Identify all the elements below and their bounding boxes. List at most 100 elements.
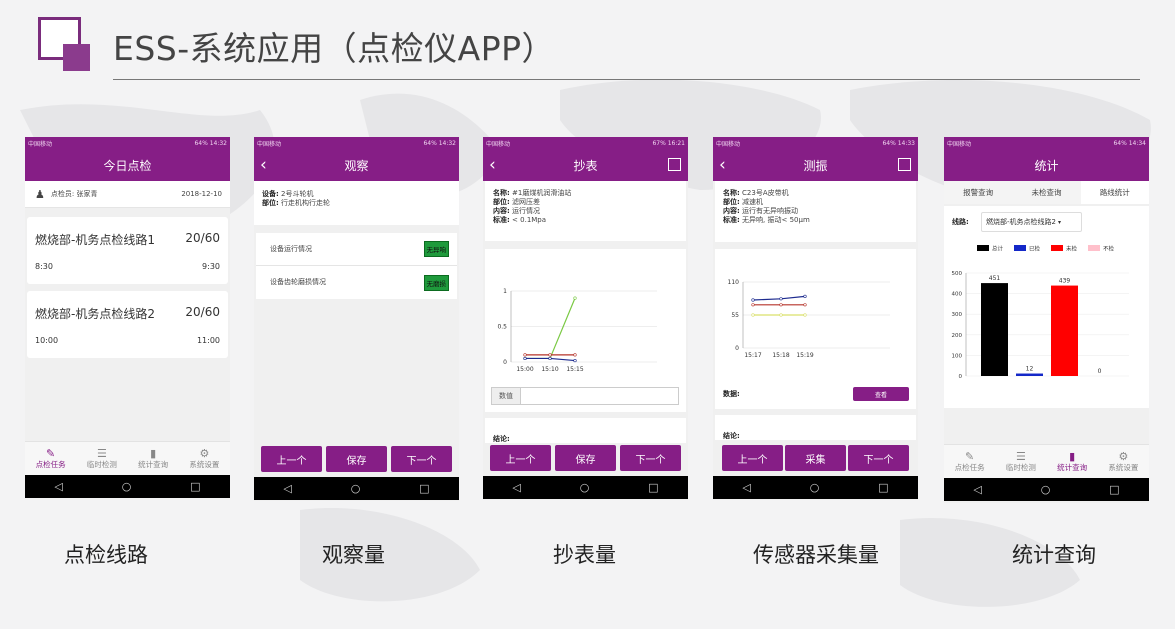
route-bar-chart: 总计 已检 未检 不检 0 100 200 300 400 500 451 12 439 0 (952, 245, 1129, 380)
observation-item[interactable]: 设备齿轮磨损情况 无磨损 (256, 266, 457, 299)
y-tick-label: 100 (952, 353, 963, 359)
nav-back-button[interactable]: ◁ (54, 480, 62, 493)
caption-meter: 抄表量 (553, 543, 616, 567)
screen-title: 测振 (803, 159, 828, 173)
tab-route-stats[interactable]: 路线统计 (1080, 181, 1149, 204)
edit-icon[interactable] (668, 158, 681, 171)
status-badge[interactable]: 无磨损 (423, 274, 449, 291)
tree-icon: ☰ (1015, 450, 1026, 463)
x-tick-label: 15:19 (796, 352, 813, 359)
nav-home-button[interactable]: ○ (810, 481, 820, 494)
prev-button[interactable]: 上一个 (722, 445, 783, 471)
observation-list: 设备运行情况 无异响 设备齿轮磨损情况 无磨损 (256, 233, 457, 299)
bar (1051, 285, 1078, 376)
back-arrow-icon[interactable]: ‹ (260, 155, 267, 175)
tab-inspection-task[interactable]: ✎ 点检任务 (955, 450, 985, 473)
status-bar: 中国移动 67% 16:21 (483, 137, 688, 150)
nav-home-button[interactable]: ○ (351, 482, 361, 495)
phone-screen-vibration: 中国移动 64% 14:33 ‹ 测振 名称: C23号A皮带机 部位: 减速机 内… (713, 137, 918, 500)
next-button[interactable]: 下一个 (620, 445, 681, 471)
edit-icon[interactable] (898, 158, 911, 171)
legend-label: 未检 (1066, 245, 1078, 253)
route-start-time: 8:30 (35, 262, 53, 271)
nav-home-button[interactable]: ○ (122, 480, 132, 493)
nav-back-button[interactable]: ◁ (973, 483, 981, 496)
nav-recent-button[interactable]: □ (648, 481, 658, 494)
value-input[interactable] (521, 388, 678, 404)
nav-home-button[interactable]: ○ (580, 481, 590, 494)
device-name: 2号斗轮机 (281, 190, 314, 198)
next-button[interactable]: 下一个 (391, 446, 452, 472)
save-button[interactable]: 保存 (326, 446, 387, 472)
view-button[interactable]: 查看 (853, 387, 909, 401)
legend-label: 已检 (1029, 245, 1041, 253)
x-tick-label: 15:17 (744, 352, 761, 359)
user-icon: ♟ (35, 187, 45, 201)
legend-swatch (1088, 245, 1100, 251)
collect-button[interactable]: 采集 (785, 445, 846, 471)
value-input-label: 数值 (492, 388, 521, 404)
android-nav-bar: ◁ ○ □ (713, 476, 918, 499)
x-tick-label: 15:15 (566, 366, 583, 373)
y-tick-label: 0.5 (497, 324, 507, 331)
data-point (751, 303, 755, 307)
edit-icon: ✎ (46, 447, 56, 460)
vibration-line-chart: 0 55 110 15:17 15:18 15:19 (728, 279, 890, 359)
nav-recent-button[interactable]: □ (1109, 483, 1119, 496)
screen-header: 统计 (944, 150, 1149, 181)
tab-alarm-query[interactable]: 报警查询 (944, 181, 1012, 204)
observation-item[interactable]: 设备运行情况 无异响 (256, 233, 457, 266)
save-button[interactable]: 保存 (555, 445, 616, 471)
screen-title: 今日点检 (103, 159, 152, 173)
tab-settings[interactable]: ⚙ 系统设置 (189, 447, 219, 470)
data-point (573, 353, 577, 357)
route-select[interactable]: 燃烧部-机务点检线路2 ▾ (981, 212, 1082, 232)
caption-route: 点检线路 (64, 543, 148, 567)
next-button[interactable]: 下一个 (848, 445, 909, 471)
screen-title: 统计 (1034, 159, 1059, 173)
inspector-name: 点检员: 张家青 (50, 189, 98, 198)
nav-recent-button[interactable]: □ (190, 480, 200, 493)
data-point (803, 294, 807, 299)
nav-recent-button[interactable]: □ (419, 482, 429, 495)
nav-back-button[interactable]: ◁ (283, 482, 291, 495)
route-name: 燃烧部-机务点检线路1 (35, 233, 155, 247)
tab-unchecked-query[interactable]: 未检查询 (1012, 181, 1080, 204)
action-buttons: 上一个 采集 下一个 (713, 445, 918, 471)
phone-screen-statistics: 中国移动 64% 14:34 统计 报警查询 未检查询 路线统计 线路: 燃烧部-… (944, 137, 1149, 503)
screen-header: ‹ 观察 (254, 150, 459, 181)
tab-inspection-task[interactable]: ✎ 点检任务 (36, 447, 66, 470)
back-arrow-icon[interactable]: ‹ (489, 155, 496, 175)
status-bar: 中国移动 64% 14:34 (944, 137, 1149, 150)
bar (1016, 373, 1043, 376)
data-point (548, 356, 552, 361)
gear-icon: ⚙ (199, 447, 210, 460)
tab-statistics[interactable]: ▮ 统计查询 (138, 447, 168, 470)
back-arrow-icon[interactable]: ‹ (719, 155, 726, 175)
tab-temp-check[interactable]: ☰ 临时检测 (87, 447, 117, 470)
tab-settings[interactable]: ⚙ 系统设置 (1108, 450, 1138, 473)
value-input-row: 数值 (491, 387, 679, 405)
status-bar: 中国移动 64% 14:32 (254, 137, 459, 150)
nav-back-button[interactable]: ◁ (742, 481, 750, 494)
data-point (548, 353, 552, 357)
inspection-date: 2018-12-10 (181, 189, 222, 198)
bottom-tab-bar: ✎ 点检任务 ☰ 临时检测 ▮ 统计查询 ⚙ 系统设置 (944, 444, 1149, 478)
android-nav-bar: ◁ ○ □ (944, 478, 1149, 501)
route-card-1[interactable]: 燃烧部-机务点检线路1 20/60 8:30 9:30 (27, 217, 228, 284)
nav-recent-button[interactable]: □ (878, 481, 888, 494)
status-badge[interactable]: 无异响 (423, 241, 449, 257)
prev-button[interactable]: 上一个 (490, 445, 551, 471)
device-part: 行走机构行走轮 (281, 199, 331, 207)
phone-screen-meter-reading: 中国移动 67% 16:21 ‹ 抄表 名称: #1磨煤机润滑油站 部位: 滤网压差… (483, 137, 688, 500)
series-line (525, 297, 576, 360)
prev-button[interactable]: 上一个 (261, 446, 322, 472)
tab-statistics[interactable]: ▮ 统计查询 (1057, 450, 1087, 473)
meter-line-chart: 0 0.5 1 15:00 15:10 15:15 (497, 288, 657, 373)
tab-temp-check[interactable]: ☰ 临时检测 (1006, 450, 1036, 473)
data-point (803, 313, 807, 317)
nav-back-button[interactable]: ◁ (512, 481, 520, 494)
nav-home-button[interactable]: ○ (1041, 483, 1051, 496)
route-card-2[interactable]: 燃烧部-机务点检线路2 20/60 10:00 11:00 (27, 291, 228, 358)
dropdown-arrow-icon: ▾ (1057, 218, 1061, 226)
